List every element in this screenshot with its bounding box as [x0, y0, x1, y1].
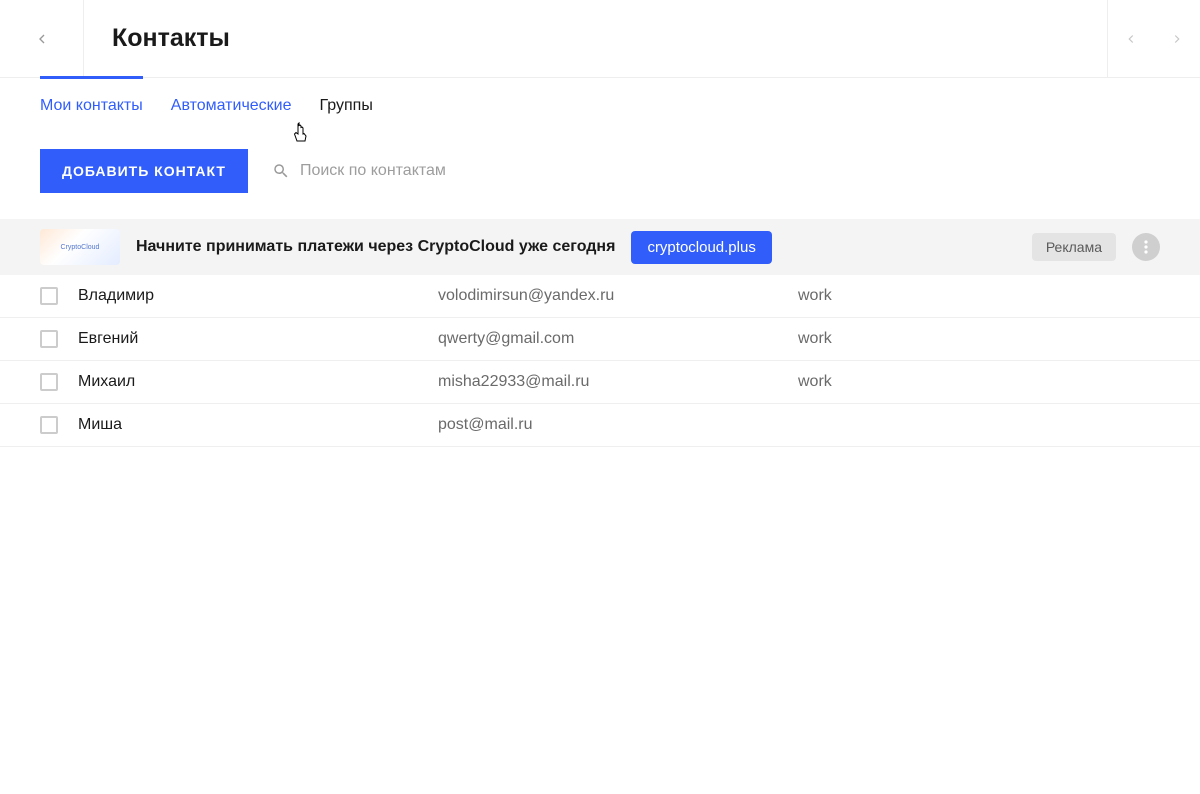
chevron-left-icon	[34, 31, 50, 47]
contact-email: qwerty@gmail.com	[438, 330, 778, 348]
contact-row[interactable]: Михаил misha22933@mail.ru work	[0, 360, 1200, 403]
chevron-right-icon	[1170, 32, 1184, 46]
contact-tag: work	[798, 330, 832, 348]
nav-next-button[interactable]	[1154, 0, 1200, 77]
contact-email: misha22933@mail.ru	[438, 373, 778, 391]
contact-list: Владимир volodimirsun@yandex.ru work Евг…	[0, 275, 1200, 447]
nav-prev-button[interactable]	[1108, 0, 1154, 77]
contact-name: Миша	[78, 416, 418, 434]
ad-badge: Реклама	[1032, 233, 1116, 261]
contact-email: volodimirsun@yandex.ru	[438, 287, 778, 305]
chevron-left-icon	[1124, 32, 1138, 46]
contact-row[interactable]: Миша post@mail.ru	[0, 403, 1200, 446]
contact-row[interactable]: Владимир volodimirsun@yandex.ru work	[0, 275, 1200, 317]
ad-thumbnail[interactable]: CryptoCloud	[40, 229, 120, 265]
more-vertical-icon	[1144, 240, 1148, 254]
contact-name: Владимир	[78, 287, 418, 305]
contact-email: post@mail.ru	[438, 416, 778, 434]
tab-groups[interactable]: Группы	[320, 77, 373, 125]
contact-tag: work	[798, 287, 832, 305]
contact-name: Евгений	[78, 330, 418, 348]
ad-link-button[interactable]: cryptocloud.plus	[631, 231, 771, 264]
row-checkbox[interactable]	[40, 416, 58, 434]
contact-name: Михаил	[78, 373, 418, 391]
contact-row[interactable]: Евгений qwerty@gmail.com work	[0, 317, 1200, 360]
ad-banner: CryptoCloud Начните принимать платежи че…	[0, 219, 1200, 275]
tabs: Мои контакты Автоматические Группы	[0, 77, 1200, 125]
row-checkbox[interactable]	[40, 287, 58, 305]
tab-my-contacts[interactable]: Мои контакты	[40, 77, 143, 125]
page-title: Контакты	[84, 24, 1107, 53]
back-button[interactable]	[0, 0, 84, 77]
row-checkbox[interactable]	[40, 330, 58, 348]
search-input[interactable]	[300, 162, 1160, 180]
nav-arrows	[1107, 0, 1200, 77]
add-contact-button[interactable]: ДОБАВИТЬ КОНТАКТ	[40, 149, 248, 193]
ad-more-button[interactable]	[1132, 233, 1160, 261]
ad-text: Начните принимать платежи через CryptoCl…	[136, 238, 615, 256]
search-wrap	[272, 162, 1160, 180]
tab-automatic[interactable]: Автоматические	[171, 77, 292, 125]
header: Контакты	[0, 0, 1200, 78]
contact-tag: work	[798, 373, 832, 391]
row-checkbox[interactable]	[40, 373, 58, 391]
toolbar: ДОБАВИТЬ КОНТАКТ	[0, 125, 1200, 219]
ad-thumb-text: CryptoCloud	[61, 244, 100, 251]
search-icon	[272, 162, 290, 180]
